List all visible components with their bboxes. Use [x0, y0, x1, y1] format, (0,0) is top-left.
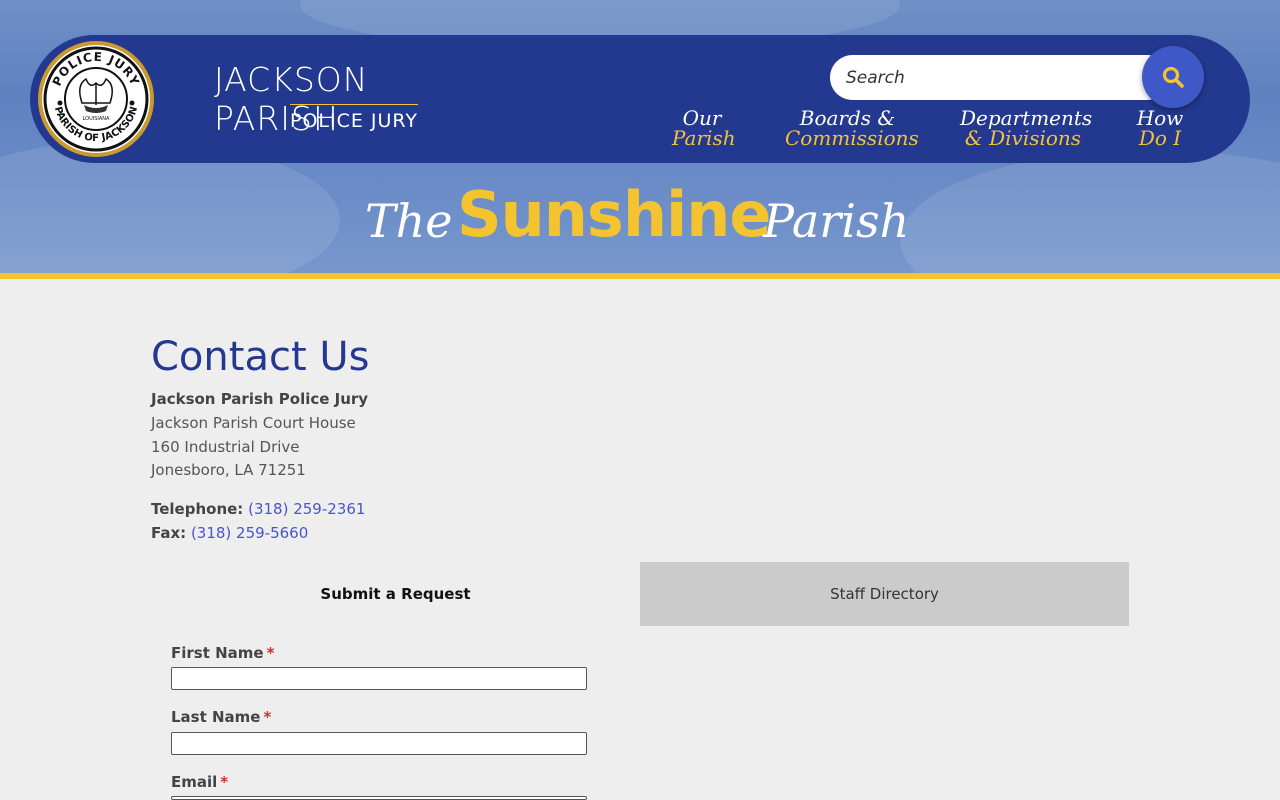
tagline: The Sunshine Parish [365, 178, 925, 251]
last-name-label: Last Name * [171, 708, 271, 726]
telephone-label: Telephone: [151, 500, 244, 518]
cloud-decoration [900, 150, 1280, 273]
email-label: Email * [171, 773, 228, 791]
seal-center-text: LOUISIANA [83, 116, 110, 122]
nav-line2: Parish [672, 126, 736, 150]
required-mark: * [263, 708, 272, 726]
police-jury-seal-logo[interactable]: POLICE JURY PARISH OF JACKSON LOUISIANA [38, 41, 154, 157]
seal-graphic: POLICE JURY PARISH OF JACKSON LOUISIANA [43, 46, 149, 152]
site-subtitle[interactable]: POLICE JURY [290, 110, 430, 132]
page-title: Contact Us [151, 334, 370, 380]
tab-staff-directory[interactable]: Staff Directory [640, 562, 1129, 626]
first-name-field[interactable] [171, 667, 587, 690]
nav-line1: Departments [960, 106, 1093, 130]
hero-divider [0, 273, 1280, 279]
nav-how-do-i[interactable]: How Do I [1134, 108, 1186, 148]
fax-link[interactable]: (318) 259-5660 [191, 524, 308, 542]
fax-line: Fax: (318) 259-5660 [151, 524, 308, 542]
last-name-field[interactable] [171, 732, 587, 755]
search-icon [1162, 66, 1184, 88]
tab-submit-request[interactable]: Submit a Request [151, 562, 640, 626]
nav-line1: Boards & [799, 106, 896, 130]
nav-line2: Commissions [785, 126, 919, 150]
nav-line1: How [1136, 106, 1184, 130]
nav-line2: Do I [1138, 126, 1182, 150]
address-line: Jackson Parish Court House [151, 414, 356, 432]
required-mark: * [266, 644, 275, 662]
tagline-parish: Parish [763, 194, 910, 248]
nav-line1: Our [682, 106, 722, 130]
nav-departments-divisions[interactable]: Departments & Divisions [960, 106, 1093, 150]
nav-boards-commissions[interactable]: Boards & Commissions [785, 106, 919, 150]
field-label-text: First Name [171, 644, 264, 662]
nav-line2: & Divisions [964, 126, 1082, 150]
nav-our-parish[interactable]: Our Parish [672, 106, 736, 150]
email-field[interactable] [171, 796, 587, 800]
org-name: Jackson Parish Police Jury [151, 390, 369, 408]
required-mark: * [220, 773, 229, 791]
tagline-the: The [365, 194, 453, 248]
search-input[interactable] [830, 55, 1170, 100]
telephone-link[interactable]: (318) 259-2361 [248, 500, 365, 518]
title-divider [290, 104, 418, 105]
field-label-text: Last Name [171, 708, 261, 726]
address-line: 160 Industrial Drive [151, 438, 300, 456]
telephone-line: Telephone: (318) 259-2361 [151, 500, 365, 518]
address-line: Jonesboro, LA 71251 [151, 461, 306, 479]
fax-label: Fax: [151, 524, 187, 542]
tagline-sunshine: Sunshine [457, 178, 771, 251]
first-name-label: First Name * [171, 644, 274, 662]
search-button[interactable] [1142, 46, 1204, 108]
field-label-text: Email [171, 773, 218, 791]
